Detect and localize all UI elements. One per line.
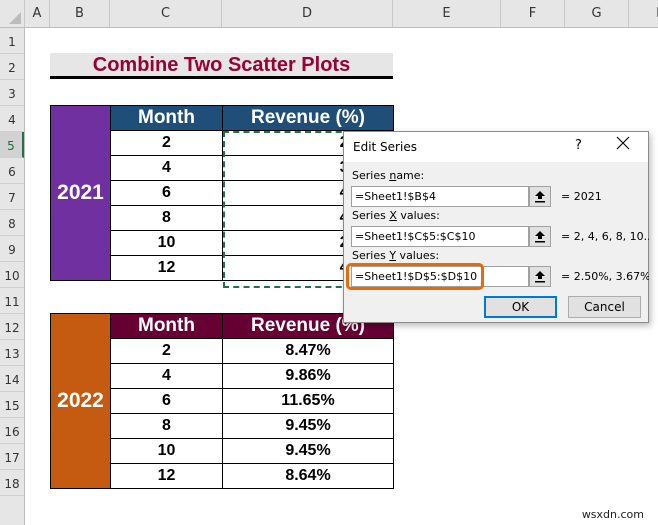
row-header[interactable]: 15 (0, 392, 24, 418)
month-cell[interactable]: 8 (110, 413, 223, 439)
revenue-cell[interactable]: 9.45% (222, 413, 394, 439)
label-text: Series (352, 169, 390, 182)
dialog-title: Edit Series (353, 140, 417, 154)
row-header[interactable]: 17 (0, 444, 24, 470)
row-header[interactable]: 1 (0, 28, 24, 54)
label-text: values: (396, 209, 440, 222)
row-header[interactable]: 3 (0, 80, 24, 106)
revenue-cell[interactable]: 11.65% (222, 388, 394, 414)
month-cell[interactable]: 10 (110, 438, 223, 464)
month-cell[interactable]: 4 (110, 155, 223, 181)
row-header[interactable]: 11 (0, 288, 24, 314)
series-x-label: Series X values: (352, 209, 440, 222)
series-x-input[interactable]: =Sheet1!$C$5:$C$10 (351, 226, 529, 247)
row-header[interactable]: 10 (0, 262, 24, 288)
year-cell-2022[interactable]: 2022 (50, 313, 111, 489)
column-header-f[interactable]: F (501, 0, 565, 27)
header-month[interactable]: Month (110, 313, 223, 339)
header-month[interactable]: Month (110, 105, 223, 131)
revenue-cell[interactable]: 8.47% (222, 338, 394, 364)
column-header-c[interactable]: C (110, 0, 222, 27)
row-header[interactable]: 13 (0, 340, 24, 366)
select-all-button[interactable] (0, 0, 25, 27)
row-header[interactable]: 4 (0, 106, 24, 132)
label-text: Series (352, 249, 390, 262)
series-name-input[interactable]: =Sheet1!$B$4 (351, 186, 529, 207)
row-header[interactable]: 12 (0, 314, 24, 340)
series-name-preview: = 2021 (561, 190, 602, 203)
label-text: ame: (396, 169, 425, 182)
year-cell-2021[interactable]: 2021 (50, 105, 111, 281)
column-header-bar: A B C D E F G H (0, 0, 658, 28)
month-cell[interactable]: 4 (110, 363, 223, 389)
series-x-preview: = 2, 4, 6, 8, 10... (561, 230, 649, 243)
row-header[interactable]: 2 (0, 54, 24, 80)
revenue-cell[interactable]: 8.64% (222, 463, 394, 489)
sheet-title: Combine Two Scatter Plots (50, 53, 393, 79)
watermark: wsxdn.com (581, 508, 644, 521)
table-2022: 2022 Month Revenue (%) 2 8.47% 4 9.86% 6 11… (50, 313, 394, 489)
help-button[interactable]: ? (575, 138, 582, 153)
column-header-g[interactable]: G (565, 0, 629, 27)
row-header-bar: 1 2 3 4 5 6 7 8 9 10 11 12 13 14 15 16 1… (0, 28, 25, 525)
revenue-cell[interactable]: 9.86% (222, 363, 394, 389)
collapse-dialog-icon (535, 191, 545, 203)
row-header[interactable]: 9 (0, 236, 24, 262)
month-cell[interactable]: 6 (110, 180, 223, 206)
row-header[interactable]: 16 (0, 418, 24, 444)
select-all-triangle-icon (9, 12, 21, 24)
label-text: values: (396, 249, 440, 262)
collapse-dialog-icon (535, 271, 545, 283)
edit-series-dialog: Edit Series ? Series name: =Sheet1!$B$4 … (343, 131, 649, 323)
month-cell[interactable]: 8 (110, 205, 223, 231)
series-y-preview: = 2.50%, 3.67%, ... (561, 270, 649, 283)
series-y-collapse-button[interactable] (529, 266, 551, 287)
row-header[interactable]: 6 (0, 158, 24, 184)
column-header-b[interactable]: B (50, 0, 110, 27)
month-cell[interactable]: 2 (110, 130, 223, 156)
series-name-collapse-button[interactable] (529, 186, 551, 207)
month-cell[interactable]: 12 (110, 463, 223, 489)
series-y-label: Series Y values: (352, 249, 439, 262)
column-header-a[interactable]: A (25, 0, 50, 27)
column-header-d[interactable]: D (222, 0, 393, 27)
collapse-dialog-icon (535, 231, 545, 243)
label-text: Series (352, 209, 390, 222)
revenue-cell[interactable]: 9.45% (222, 438, 394, 464)
series-name-label: Series name: (352, 169, 424, 182)
row-header[interactable]: 14 (0, 366, 24, 392)
row-header[interactable]: 18 (0, 470, 24, 496)
month-cell[interactable]: 2 (110, 338, 223, 364)
column-header-h[interactable]: H (629, 0, 658, 27)
cancel-button[interactable]: Cancel (568, 296, 641, 318)
label-accelerator: X (389, 209, 397, 222)
column-header-e[interactable]: E (393, 0, 501, 27)
close-icon (616, 136, 630, 150)
row-header[interactable]: 7 (0, 184, 24, 210)
dialog-title-bar[interactable]: Edit Series ? (344, 132, 648, 162)
close-button[interactable] (616, 135, 630, 155)
header-revenue[interactable]: Revenue (%) (222, 105, 394, 131)
ok-button[interactable]: OK (484, 296, 557, 318)
row-header[interactable]: 8 (0, 210, 24, 236)
month-cell[interactable]: 10 (110, 230, 223, 256)
series-y-input[interactable]: =Sheet1!$D$5:$D$10 (351, 266, 529, 287)
month-cell[interactable]: 6 (110, 388, 223, 414)
series-x-collapse-button[interactable] (529, 226, 551, 247)
row-header-selected[interactable]: 5 (0, 132, 24, 158)
month-cell[interactable]: 12 (110, 255, 223, 281)
